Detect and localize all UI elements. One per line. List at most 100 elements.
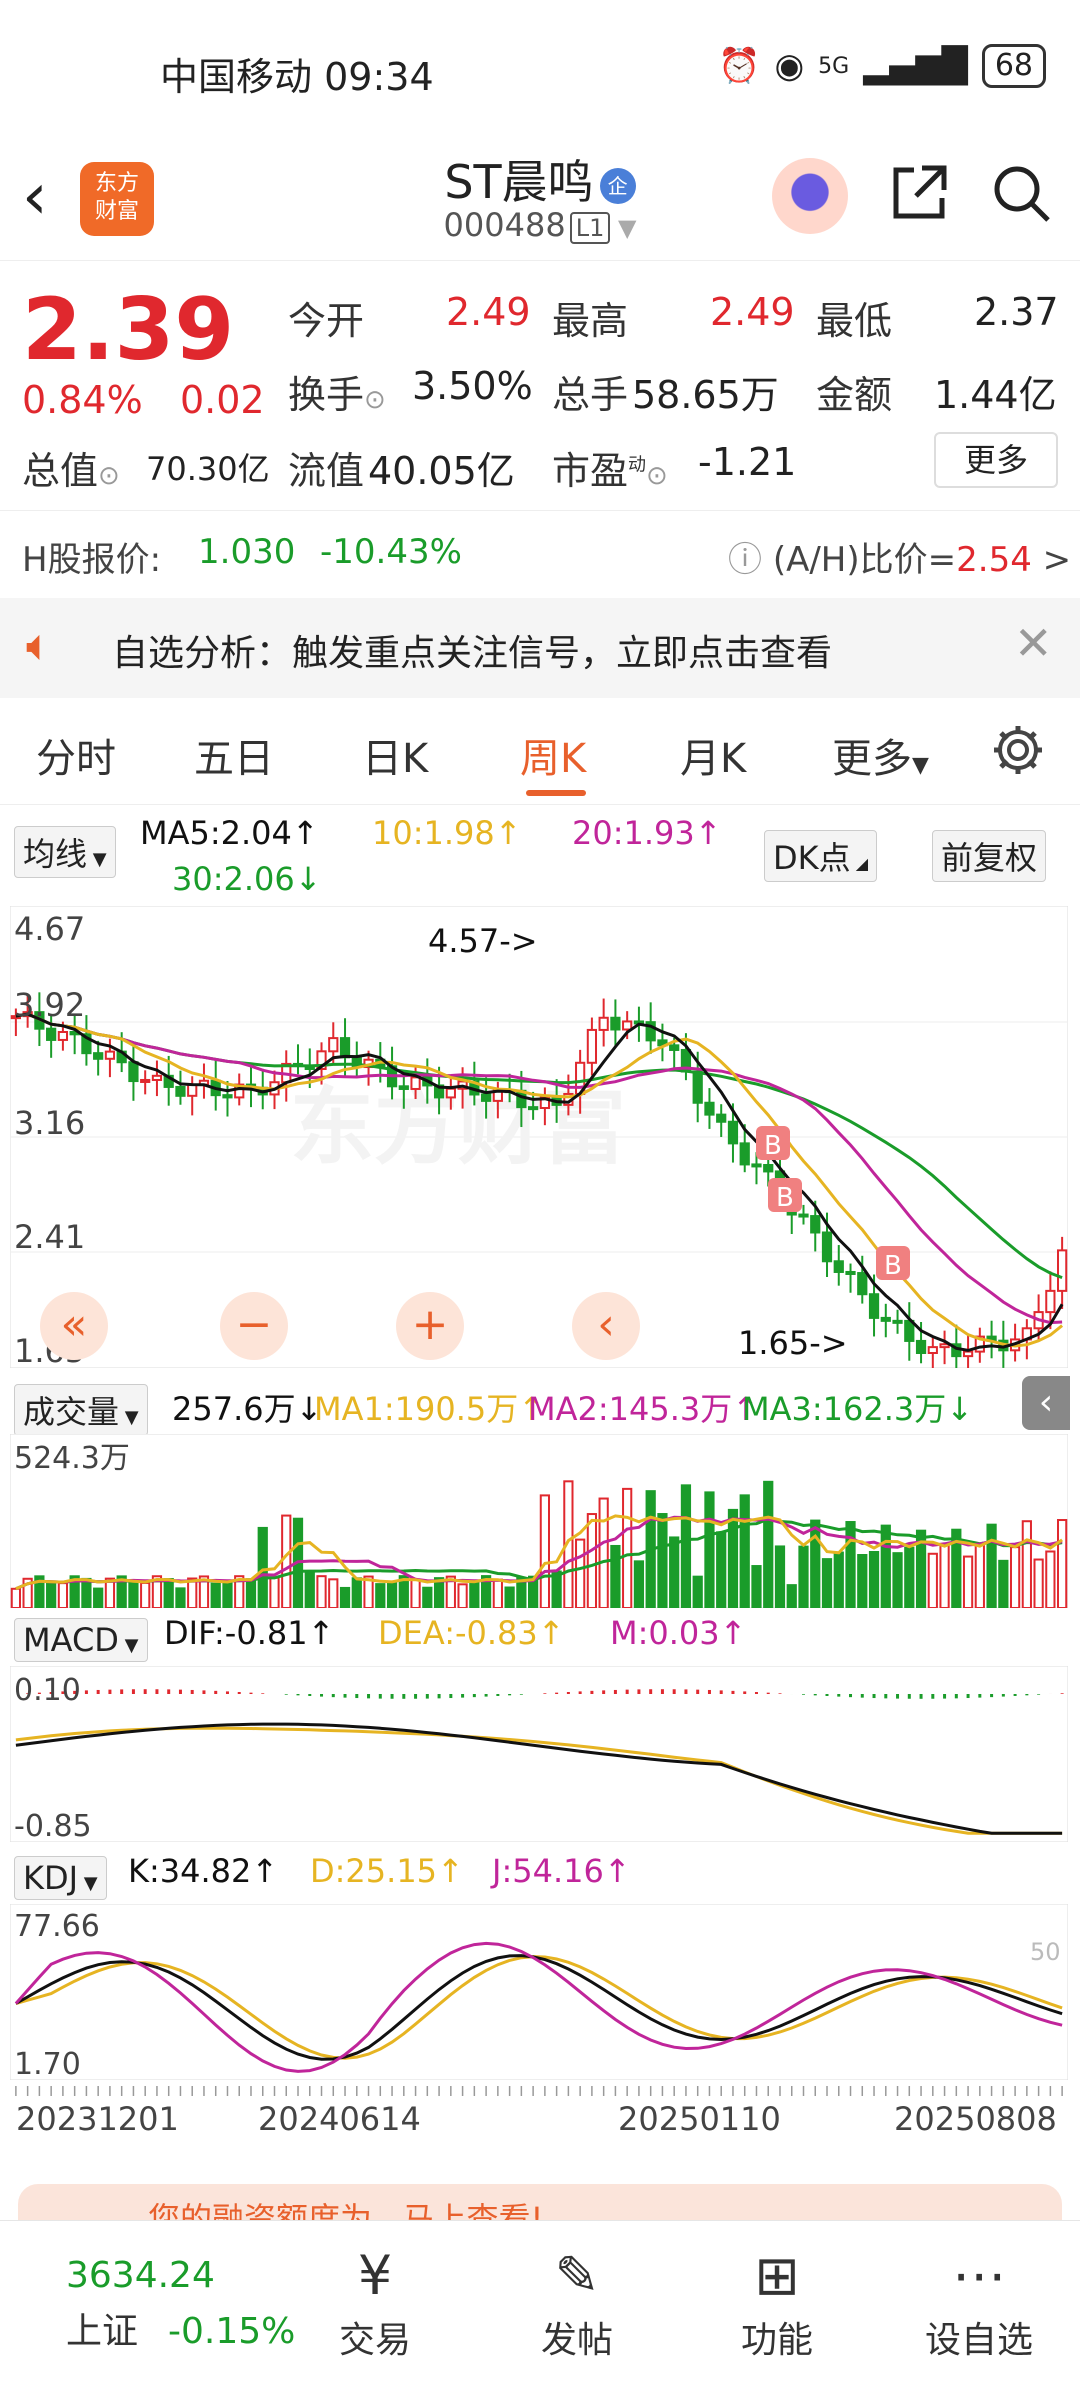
nav-functions[interactable]: ⊞ 功能: [712, 2241, 842, 2363]
ah-value: 2.54: [956, 540, 1032, 580]
high-marker: 4.57->: [428, 922, 538, 960]
macd-dif: DIF:-0.81↑: [164, 1614, 335, 1652]
volume-bar: [857, 1554, 868, 1608]
index-ticker[interactable]: 3634.24 上证 -0.15%: [66, 2255, 295, 2354]
ah-arrow: >: [1042, 540, 1072, 580]
volume-select[interactable]: 成交量 ▼: [14, 1384, 148, 1436]
adjust-button[interactable]: 前复权: [932, 830, 1047, 882]
volume-bar: [927, 1552, 938, 1608]
volume-bar: [281, 1514, 292, 1608]
kline-chart[interactable]: 东方财富 4.67 3.92 3.16 2.41 1.65 4.57-> 1.6…: [10, 906, 1068, 1368]
tab-daily-k[interactable]: 日K: [362, 726, 428, 784]
caret-icon: ◢: [850, 854, 869, 873]
volume-value: 58.65万: [632, 373, 779, 417]
volume-bar: [962, 1555, 974, 1608]
volume-bar: [939, 1544, 950, 1608]
promo-banner[interactable]: 您的融资额度为...马上查看!: [18, 2184, 1062, 2238]
close-icon[interactable]: ✕: [1014, 616, 1053, 670]
tab-five-day[interactable]: 五日: [194, 726, 274, 784]
nav-add-watchlist[interactable]: ⋯ 设自选: [914, 2241, 1044, 2363]
volume-bar: [222, 1581, 233, 1608]
collapse-panel-button[interactable]: ‹: [1022, 1376, 1070, 1430]
nav-post[interactable]: ✎ 发帖: [512, 2241, 642, 2363]
stock-header: ‹ 东方 财富 ST晨鸣企 000488 L1 ▼: [0, 140, 1080, 261]
low-marker: 1.65->: [738, 1324, 848, 1362]
hotspot-icon: ◉: [774, 46, 805, 86]
volume-bar: [386, 1581, 398, 1608]
open-label: 今开: [288, 299, 365, 343]
dk-button[interactable]: DK点 ◢: [764, 830, 878, 882]
ma-select[interactable]: 均线 ▼: [14, 826, 116, 878]
volume-bar: [328, 1578, 339, 1608]
volume-chart[interactable]: 524.3万: [10, 1434, 1068, 1608]
ma30-legend: 30:2.06↓: [172, 860, 322, 898]
low-label: 最低: [816, 299, 893, 343]
tab-monthly-k[interactable]: 月K: [680, 726, 746, 784]
volume-bar: [657, 1513, 668, 1608]
nav-functions-label: 功能: [740, 2320, 813, 2361]
kdj-d: D:25.15↑: [310, 1852, 464, 1890]
volume-bar: [774, 1545, 786, 1608]
tab-more[interactable]: 更多▼: [832, 726, 929, 784]
price-axis-2: 3.92: [14, 986, 85, 1024]
volume-bar: [175, 1587, 186, 1608]
volume-bar: [821, 1558, 833, 1608]
high-value: 2.49: [710, 290, 795, 334]
macd-select[interactable]: MACD ▼: [14, 1618, 148, 1662]
kdj-select[interactable]: KDJ ▼: [14, 1856, 107, 1900]
volume-bar: [692, 1575, 703, 1608]
volume-bar: [739, 1494, 750, 1608]
info-icon[interactable]: ⊙: [646, 461, 668, 491]
tab-weekly-k[interactable]: 周K: [520, 726, 586, 784]
more-quote-button[interactable]: 更多: [934, 432, 1058, 488]
macd-chart[interactable]: 0.10 -0.85: [10, 1666, 1068, 1842]
turnover-label-text: 换手: [288, 373, 365, 417]
mktcap-label: 总值⊙: [22, 440, 120, 495]
volume-bar: [492, 1578, 503, 1608]
nav-trade[interactable]: ¥ 交易: [310, 2241, 440, 2363]
volume-bar: [433, 1577, 445, 1608]
scroll-left-button[interactable]: ‹: [572, 1292, 640, 1360]
buy-signal[interactable]: B: [876, 1246, 910, 1281]
battery-icon: 68: [981, 44, 1046, 88]
ma-select-label: 均线: [23, 835, 88, 873]
ah-ratio[interactable]: ⓘ (A/H)比价=2.54 >: [728, 532, 1071, 581]
tab-minute[interactable]: 分时: [36, 726, 116, 784]
notice-banner[interactable]: 🔈︎ 自选分析：触发重点关注信号，立即点击查看 ✕: [0, 598, 1080, 698]
zoom-in-button[interactable]: +: [396, 1292, 464, 1360]
pe-sup: 动: [628, 454, 647, 476]
info-icon[interactable]: ⊙: [98, 461, 120, 491]
volume-bar: [868, 1550, 880, 1608]
search-icon[interactable]: [990, 162, 1052, 238]
scroll-left-fast-button[interactable]: «: [40, 1292, 108, 1360]
bottom-nav: 3634.24 上证 -0.15% ¥ 交易 ✎ 发帖 ⊞ 功能 ⋯ 设自选: [0, 2220, 1080, 2401]
volume-bar: [187, 1577, 198, 1608]
volume-bar: [457, 1583, 468, 1608]
speaker-icon: 🔈︎: [26, 620, 53, 671]
ai-assistant-icon[interactable]: [772, 158, 848, 234]
buy-signal[interactable]: B: [768, 1178, 802, 1213]
share-icon[interactable]: [888, 162, 950, 238]
macd-axis-bottom: -0.85: [14, 1809, 92, 1842]
mktcap-value: 70.30亿: [146, 450, 270, 488]
float-value: 40.05亿: [368, 449, 515, 493]
h-share-change[interactable]: -10.43%: [320, 532, 462, 572]
volume-bar: [140, 1581, 151, 1608]
info-icon[interactable]: ⊙: [364, 385, 386, 415]
settings-icon[interactable]: [990, 722, 1046, 782]
caret-down-icon: ▼: [78, 1873, 98, 1894]
volume-label: 总手: [552, 373, 629, 417]
volume-bar: [575, 1538, 586, 1608]
volume-bar: [422, 1586, 433, 1608]
volume-bar: [845, 1521, 856, 1608]
zoom-out-button[interactable]: −: [220, 1292, 288, 1360]
volume-bar: [81, 1577, 92, 1608]
float-label: 流值: [288, 449, 365, 493]
volume-bar: [904, 1546, 915, 1608]
volume-bar: [339, 1586, 351, 1608]
volume-ma1: MA1:190.5万↑: [314, 1390, 546, 1428]
kdj-chart[interactable]: 77.66 1.70 50: [10, 1904, 1068, 2080]
volume-bar: [1021, 1520, 1032, 1608]
ma20-legend: 20:1.93↑: [572, 814, 722, 852]
buy-signal[interactable]: B: [756, 1126, 790, 1161]
